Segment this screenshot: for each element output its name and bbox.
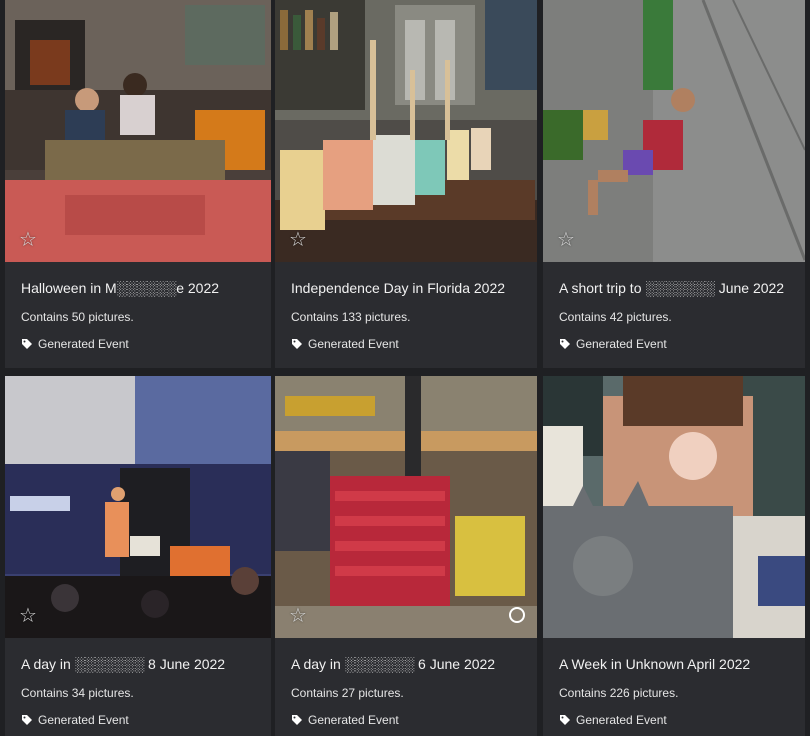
event-tag-label: Generated Event bbox=[308, 713, 399, 727]
event-tag: Generated Event bbox=[559, 713, 667, 727]
star-outline-icon[interactable]: ☆ bbox=[287, 228, 309, 250]
event-thumbnail bbox=[543, 0, 805, 262]
event-tag: Generated Event bbox=[21, 713, 129, 727]
event-tag-label: Generated Event bbox=[38, 713, 129, 727]
event-count: Contains 226 pictures. bbox=[559, 686, 679, 700]
event-tag-label: Generated Event bbox=[308, 337, 399, 351]
tag-icon bbox=[560, 339, 570, 349]
event-title: A Week in Unknown April 2022 bbox=[559, 656, 751, 672]
event-thumbnail bbox=[5, 376, 271, 638]
tag-icon bbox=[292, 339, 302, 349]
event-info: A day in ░░░░░░░ 8 June 2022 Contains 34… bbox=[5, 638, 271, 736]
event-count: Contains 27 pictures. bbox=[291, 686, 404, 700]
event-count: Contains 50 pictures. bbox=[21, 310, 134, 324]
star-outline-icon[interactable]: ☆ bbox=[17, 228, 39, 250]
event-count: Contains 42 pictures. bbox=[559, 310, 672, 324]
event-title: Halloween in M░░░░░░e 2022 bbox=[21, 280, 220, 296]
event-info: Halloween in M░░░░░░e 2022 Contains 50 p… bbox=[5, 262, 271, 368]
event-thumbnail bbox=[275, 376, 537, 638]
event-title: Independence Day in Florida 2022 bbox=[291, 280, 506, 296]
event-grid: ☆ Halloween in M░░░░░░e 2022 Contains 50… bbox=[0, 0, 810, 736]
event-tag: Generated Event bbox=[291, 713, 399, 727]
event-tag: Generated Event bbox=[291, 337, 399, 351]
event-tag-label: Generated Event bbox=[576, 713, 667, 727]
event-card[interactable]: ☆ Halloween in M░░░░░░e 2022 Contains 50… bbox=[5, 0, 271, 368]
event-title: A day in ░░░░░░░ 6 June 2022 bbox=[291, 656, 496, 672]
event-info: A Week in Unknown April 2022 Contains 22… bbox=[543, 638, 805, 736]
tag-icon bbox=[292, 715, 302, 725]
event-info: A day in ░░░░░░░ 6 June 2022 Contains 27… bbox=[275, 638, 537, 736]
event-card[interactable]: A Week in Unknown April 2022 Contains 22… bbox=[543, 376, 805, 736]
event-card[interactable]: ☆ A short trip to ░░░░░░░ June 2022 Cont… bbox=[543, 0, 805, 368]
event-info: Independence Day in Florida 2022 Contain… bbox=[275, 262, 537, 368]
event-count: Contains 34 pictures. bbox=[21, 686, 134, 700]
event-card[interactable]: ☆ Independence Day in Florida 2022 Conta… bbox=[275, 0, 537, 368]
event-title: A short trip to ░░░░░░░ June 2022 bbox=[559, 280, 785, 296]
event-tag: Generated Event bbox=[559, 337, 667, 351]
tag-icon bbox=[22, 339, 32, 349]
event-thumbnail bbox=[543, 376, 805, 638]
circle-select-icon[interactable] bbox=[509, 607, 525, 623]
event-thumbnail bbox=[275, 0, 537, 262]
event-count: Contains 133 pictures. bbox=[291, 310, 411, 324]
event-info: A short trip to ░░░░░░░ June 2022 Contai… bbox=[543, 262, 805, 368]
event-title: A day in ░░░░░░░ 8 June 2022 bbox=[21, 656, 226, 672]
event-tag: Generated Event bbox=[21, 337, 129, 351]
tag-icon bbox=[22, 715, 32, 725]
event-card[interactable]: ☆ A day in ░░░░░░░ 6 June 2022 Contains … bbox=[275, 376, 537, 736]
star-outline-icon[interactable]: ☆ bbox=[17, 604, 39, 626]
event-card[interactable]: ☆ A day in ░░░░░░░ 8 June 2022 Contains … bbox=[5, 376, 271, 736]
tag-icon bbox=[560, 715, 570, 725]
star-outline-icon[interactable]: ☆ bbox=[287, 604, 309, 626]
event-thumbnail bbox=[5, 0, 271, 262]
star-outline-icon[interactable]: ☆ bbox=[555, 228, 577, 250]
event-tag-label: Generated Event bbox=[576, 337, 667, 351]
event-tag-label: Generated Event bbox=[38, 337, 129, 351]
